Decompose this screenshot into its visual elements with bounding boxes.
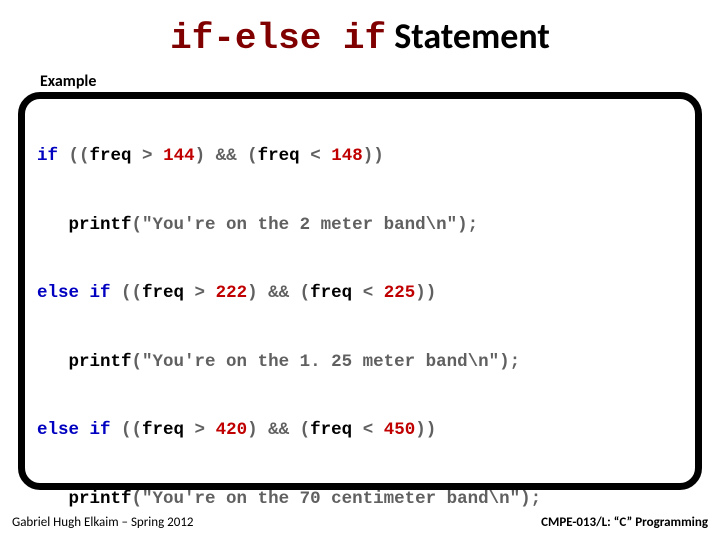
slide-title: if-else if Statement xyxy=(0,0,720,65)
example-label: Example xyxy=(40,72,96,91)
code-box: if ((freq > 144) && (freq < 148)) printf… xyxy=(18,92,702,490)
title-rest: Statement xyxy=(386,14,550,58)
code-line-4: printf("You're on the 1. 25 meter band\n… xyxy=(37,354,687,372)
slide: if-else if Statement Example if ((freq >… xyxy=(0,0,720,540)
code-line-5: else if ((freq > 420) && (freq < 450)) xyxy=(37,422,687,440)
code-line-6: printf("You're on the 70 centimeter band… xyxy=(37,491,687,509)
code-line-1: if ((freq > 144) && (freq < 148)) xyxy=(37,148,687,166)
footer-left: Gabriel Hugh Elkaim – Spring 2012 xyxy=(12,515,194,530)
code-line-2: printf("You're on the 2 meter band\n"); xyxy=(37,217,687,235)
title-code: if-else if xyxy=(170,18,386,59)
footer-right: CMPE-013/L: “C” Programming xyxy=(541,515,708,530)
code-line-3: else if ((freq > 222) && (freq < 225)) xyxy=(37,285,687,303)
